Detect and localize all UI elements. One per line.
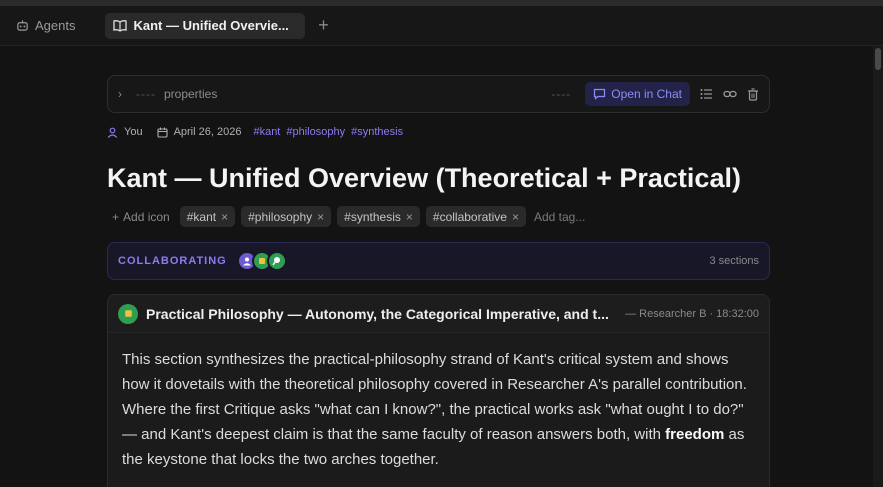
page-meta: You April 26, 2026 #kant #philosophy #sy… <box>107 124 403 140</box>
section-header[interactable]: Practical Philosophy — Autonomy, the Cat… <box>108 295 769 333</box>
new-tab-button[interactable]: + <box>313 15 333 36</box>
section-body-bold: freedom <box>665 426 725 443</box>
calendar-icon <box>157 127 168 138</box>
collaborator-avatars <box>236 251 287 271</box>
chat-bubble-icon <box>593 88 606 100</box>
section-card: Practical Philosophy — Autonomy, the Cat… <box>107 294 770 487</box>
add-tag-input[interactable]: Add tag... <box>534 210 585 224</box>
robot-icon <box>16 19 29 32</box>
book-icon <box>113 19 128 32</box>
tag-chip[interactable]: #kant × <box>179 206 236 227</box>
section-body-text: This section synthesizes the practical-p… <box>122 351 747 443</box>
trash-icon[interactable] <box>747 87 759 101</box>
remove-tag-icon[interactable]: × <box>317 210 324 224</box>
scrollbar-thumb[interactable] <box>875 48 881 70</box>
add-icon-button[interactable]: + Add icon <box>112 210 170 224</box>
add-icon-label: Add icon <box>123 209 170 224</box>
properties-label[interactable]: properties <box>164 87 217 101</box>
properties-dash-right: ---- <box>551 87 572 101</box>
tag-chip[interactable]: #collaborative × <box>425 206 526 227</box>
collaborating-label: COLLABORATING <box>118 255 227 267</box>
tag-chip-label: #collaborative <box>432 209 507 224</box>
tab-active-label: Kant — Unified Overvie... <box>133 18 289 33</box>
tab-agents[interactable]: Agents <box>12 13 79 39</box>
tag-chip[interactable]: #synthesis × <box>337 206 420 227</box>
properties-bar: › ---- properties ---- Open in Chat <box>107 75 770 113</box>
tag-chip-label: #philosophy <box>248 209 313 224</box>
meta-tag[interactable]: #synthesis <box>351 126 403 138</box>
created-date: April 26, 2026 <box>173 126 242 138</box>
remove-tag-icon[interactable]: × <box>512 210 519 224</box>
sections-count: 3 sections <box>709 255 759 267</box>
section-body: This section synthesizes the practical-p… <box>108 333 769 472</box>
app-window: Agents Kant — Unified Overvie... + › ---… <box>0 0 883 487</box>
remove-tag-icon[interactable]: × <box>221 210 228 224</box>
tag-chip[interactable]: #philosophy × <box>241 206 332 227</box>
open-in-chat-label: Open in Chat <box>611 87 682 101</box>
tab-agents-label: Agents <box>35 18 76 33</box>
tag-chip-label: #kant <box>186 209 217 224</box>
meta-tag[interactable]: #philosophy <box>286 126 345 138</box>
remove-tag-icon[interactable]: × <box>406 210 413 224</box>
scrollbar-track[interactable] <box>873 46 883 487</box>
user-icon <box>107 127 118 138</box>
tag-chip-label: #synthesis <box>344 209 401 224</box>
meta-tag[interactable]: #kant <box>253 126 280 138</box>
link-icon[interactable] <box>723 88 737 100</box>
page-title[interactable]: Kant — Unified Overview (Theoretical + P… <box>107 163 741 194</box>
properties-dash-left: ---- <box>136 87 156 101</box>
author-name: You <box>124 126 143 138</box>
tab-kant-overview[interactable]: Kant — Unified Overvie... <box>105 12 306 39</box>
plus-icon: + <box>112 209 120 224</box>
researcher-avatar <box>118 303 138 324</box>
section-byline: — Researcher B · 18:32:00 <box>625 307 759 320</box>
collaborating-banner: COLLABORATING 3 sections <box>107 242 770 280</box>
tag-editor: + Add icon #kant × #philosophy × #synthe… <box>112 206 585 227</box>
expand-chevron-icon[interactable]: › <box>118 87 132 101</box>
avatar[interactable] <box>266 251 287 271</box>
list-icon[interactable] <box>700 88 713 100</box>
section-title: Practical Philosophy — Autonomy, the Cat… <box>146 305 609 322</box>
tab-bar: Agents Kant — Unified Overvie... + <box>0 6 883 46</box>
open-in-chat-button[interactable]: Open in Chat <box>585 82 690 106</box>
